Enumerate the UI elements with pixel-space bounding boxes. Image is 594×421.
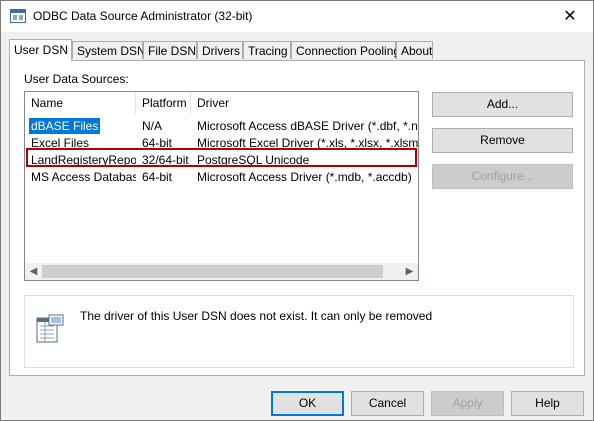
tab-tracing[interactable]: Tracing: [243, 41, 291, 59]
column-header-platform[interactable]: Platform: [136, 92, 191, 114]
tab-about[interactable]: About: [396, 41, 433, 59]
tab-file-dsn[interactable]: File DSN: [143, 41, 197, 59]
row-platform: N/A: [142, 119, 163, 133]
add-button[interactable]: Add...: [432, 92, 573, 117]
column-header-driver[interactable]: Driver: [191, 92, 418, 114]
configure-button[interactable]: Configure...: [432, 164, 573, 189]
list-header: Name Platform Driver: [25, 92, 418, 114]
odbc-admin-window: ODBC Data Source Administrator (32-bit) …: [0, 0, 594, 421]
row-driver: Microsoft Access dBASE Driver (*.dbf, *.…: [197, 119, 418, 133]
tab-user-dsn[interactable]: User DSN: [9, 39, 72, 61]
info-message: The driver of this User DSN does not exi…: [80, 309, 433, 323]
scroll-thumb[interactable]: [42, 265, 383, 278]
column-header-name[interactable]: Name: [25, 92, 136, 114]
close-icon[interactable]: ✕: [547, 1, 593, 32]
tab-system-dsn[interactable]: System DSN: [72, 41, 146, 59]
row-name: MS Access Database: [31, 170, 136, 184]
highlight-annotation: [26, 148, 417, 167]
user-data-sources-label: User Data Sources:: [24, 72, 129, 86]
cancel-button[interactable]: Cancel: [351, 391, 424, 416]
row-name: dBASE Files: [29, 118, 101, 134]
title-bar[interactable]: ODBC Data Source Administrator (32-bit) …: [1, 1, 593, 32]
list-row[interactable]: MS Access Database 64-bit Microsoft Acce…: [25, 169, 418, 186]
tab-connection-pooling[interactable]: Connection Pooling: [291, 41, 400, 59]
user-dsn-panel: User Data Sources: Name Platform Driver …: [9, 60, 585, 376]
tab-drivers[interactable]: Drivers: [197, 41, 243, 59]
window-title: ODBC Data Source Administrator (32-bit): [33, 9, 253, 23]
ok-button[interactable]: OK: [271, 391, 344, 416]
apply-button[interactable]: Apply: [431, 391, 504, 416]
info-box: The driver of this User DSN does not exi…: [24, 295, 574, 368]
odbc-app-icon: [10, 9, 26, 23]
help-button[interactable]: Help: [511, 391, 584, 416]
remove-button[interactable]: Remove: [432, 128, 573, 153]
horizontal-scrollbar[interactable]: ◀ ▶: [25, 263, 418, 280]
list-row[interactable]: dBASE Files N/A Microsoft Access dBASE D…: [25, 118, 418, 135]
row-driver: Microsoft Access Driver (*.mdb, *.accdb): [197, 170, 412, 184]
data-sources-list[interactable]: Name Platform Driver dBASE Files N/A Mic…: [24, 91, 419, 281]
row-platform: 64-bit: [142, 170, 173, 184]
scroll-left-icon[interactable]: ◀: [25, 263, 42, 280]
data-source-icon: [36, 314, 64, 343]
scroll-right-icon[interactable]: ▶: [401, 263, 418, 280]
